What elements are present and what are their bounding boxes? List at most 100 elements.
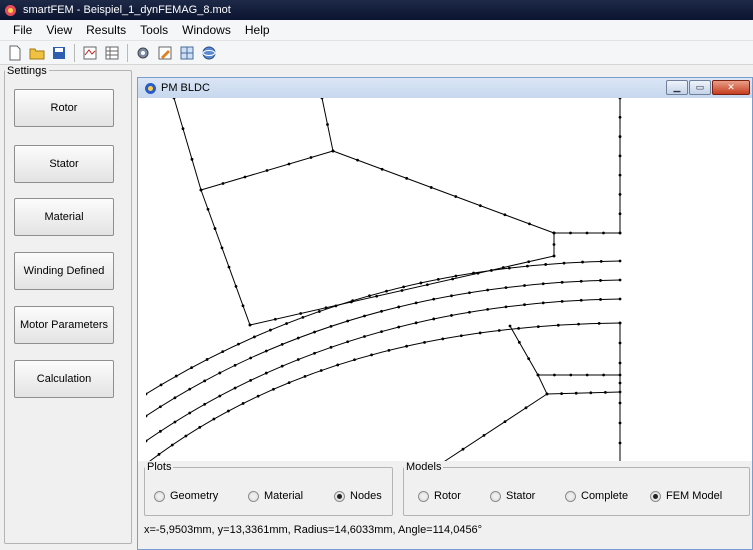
mesh-node	[541, 282, 545, 286]
mesh-node	[478, 331, 482, 335]
mesh-node	[370, 353, 373, 357]
sphere-icon[interactable]	[201, 45, 217, 61]
settings-panel: Settings Rotor Stator Material Winding D…	[4, 65, 132, 544]
mesh-node	[397, 305, 401, 309]
model-fem-radio[interactable]: FEM Model	[650, 490, 722, 502]
radio-label: Nodes	[350, 490, 382, 502]
material-button[interactable]: Material	[14, 198, 114, 236]
plots-legend: Plots	[147, 461, 172, 473]
mesh-node	[273, 317, 277, 321]
rotor-outline	[173, 98, 621, 326]
mesh-node	[618, 212, 622, 216]
mesh-node	[536, 325, 540, 329]
models-legend: Models	[406, 461, 442, 473]
mesh-node	[419, 281, 423, 285]
mesh-node	[503, 420, 507, 423]
mesh-node	[237, 342, 240, 346]
mesh-node	[206, 207, 210, 211]
mesh-node	[414, 301, 418, 305]
mesh-node	[199, 188, 203, 192]
fem-mesh-canvas[interactable]	[146, 98, 752, 463]
grid-icon[interactable]	[179, 45, 195, 61]
plot-geometry-radio[interactable]: Geometry	[154, 490, 218, 502]
mesh-node	[618, 381, 622, 385]
mesh-node	[618, 115, 622, 119]
mesh-node	[618, 441, 622, 445]
calculation-button[interactable]: Calculation	[14, 360, 114, 398]
mesh-node	[329, 345, 333, 349]
mesh-node	[249, 378, 253, 382]
mesh-node	[459, 334, 463, 338]
new-file-icon[interactable]	[7, 45, 23, 61]
model-stator-radio[interactable]: Stator	[490, 490, 535, 502]
menu-view[interactable]: View	[39, 23, 79, 37]
mesh-node	[272, 387, 275, 391]
motor-parameters-button[interactable]: Motor Parameters	[14, 306, 114, 344]
radio-circle	[154, 490, 165, 502]
plot-material-radio[interactable]: Material	[248, 490, 303, 502]
mesh-node	[574, 391, 578, 395]
mesh-node	[503, 213, 507, 217]
model-rotor-radio[interactable]: Rotor	[418, 490, 461, 502]
maximize-button[interactable]: ▭	[689, 80, 711, 95]
gear-icon[interactable]	[135, 45, 151, 61]
menu-file[interactable]: File	[6, 23, 39, 37]
mesh-node	[585, 231, 589, 235]
open-folder-icon[interactable]	[29, 45, 45, 61]
mesh-node	[618, 278, 622, 282]
mesh-node	[356, 158, 359, 162]
mesh-node	[218, 371, 222, 375]
mesh-node	[336, 363, 340, 367]
mesh-node	[560, 392, 563, 395]
mesh-node	[432, 317, 436, 321]
toolbar-separator	[74, 43, 75, 62]
mesh-node	[618, 193, 622, 196]
rotor-button[interactable]: Rotor	[14, 89, 114, 127]
mesh-node	[226, 409, 230, 413]
menu-help[interactable]: Help	[238, 23, 277, 37]
mesh-node	[569, 373, 573, 377]
radio-circle	[490, 490, 501, 502]
mesh-node	[478, 204, 482, 208]
menu-windows[interactable]: Windows	[175, 23, 238, 37]
mesh-node	[172, 98, 176, 100]
models-group: Models	[403, 461, 750, 516]
stator-button[interactable]: Stator	[14, 145, 114, 183]
mesh-node	[221, 182, 225, 185]
minimize-button[interactable]: ▁	[666, 80, 688, 95]
edit-icon[interactable]	[157, 45, 173, 61]
mesh-node	[353, 358, 356, 362]
menu-results[interactable]: Results	[79, 23, 133, 37]
stator-outline	[441, 323, 621, 463]
mesh-node	[375, 294, 379, 298]
plot-nodes-radio[interactable]: Nodes	[334, 490, 382, 502]
mesh-node	[523, 303, 526, 307]
mesh-node	[553, 373, 556, 377]
mesh-node	[264, 371, 268, 375]
save-icon[interactable]	[51, 45, 67, 61]
close-icon: ✕	[727, 82, 735, 92]
mesh-node	[334, 304, 338, 308]
radio-label: Complete	[581, 490, 629, 502]
mesh-node	[313, 351, 316, 355]
radio-circle	[418, 490, 429, 502]
mesh-node	[218, 394, 222, 398]
mesh-node	[618, 98, 622, 100]
mesh-node	[450, 314, 453, 317]
mesh-node	[504, 286, 508, 289]
winding-defined-button[interactable]: Winding Defined	[14, 252, 114, 290]
table-icon[interactable]	[104, 45, 120, 61]
toolbar	[0, 41, 753, 65]
model-complete-radio[interactable]: Complete	[565, 490, 628, 502]
motor-icon[interactable]	[82, 45, 98, 61]
radio-circle-selected	[650, 490, 661, 502]
close-button[interactable]: ✕	[712, 80, 750, 95]
child-window-title: PM BLDC	[161, 82, 210, 94]
mesh-node	[618, 401, 622, 405]
mesh-node	[320, 98, 324, 100]
radio-circle-selected	[334, 490, 345, 502]
mesh-node	[541, 301, 545, 305]
mesh-node	[602, 373, 605, 377]
mesh-node	[173, 396, 177, 400]
menu-tools[interactable]: Tools	[133, 23, 175, 37]
